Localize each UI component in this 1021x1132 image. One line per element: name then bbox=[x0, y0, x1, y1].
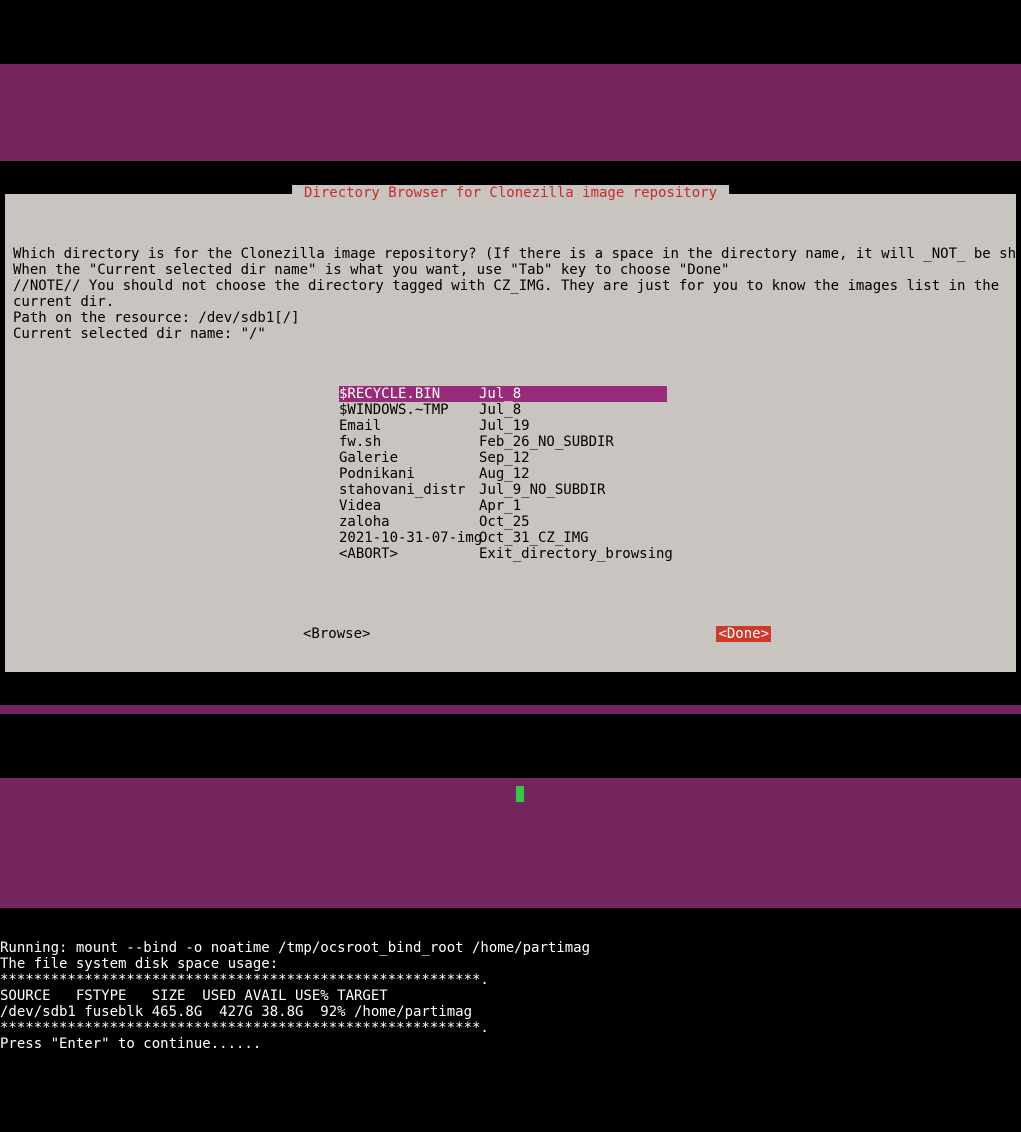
list-item-name: <ABORT> bbox=[339, 546, 479, 562]
directory-browser-dialog: Directory Browser for Clonezilla image r… bbox=[4, 193, 1017, 673]
list-item-info: Sep_12 bbox=[479, 450, 530, 466]
list-item-name: fw.sh bbox=[339, 434, 479, 450]
list-item-name: Galerie bbox=[339, 450, 479, 466]
directory-list[interactable]: $RECYCLE.BINJul_8$WINDOWS.~TMPJul_8Email… bbox=[339, 386, 1008, 562]
browse-button[interactable]: <Browse> bbox=[303, 626, 370, 642]
list-item-name: 2021-10-31-07-img bbox=[339, 530, 479, 546]
list-item-info: Oct_31_CZ_IMG bbox=[479, 530, 589, 546]
list-item-info: Jul_19 bbox=[479, 418, 530, 434]
list-item-name: zaloha bbox=[339, 514, 479, 530]
list-item[interactable]: zalohaOct_25 bbox=[339, 514, 1008, 530]
list-item[interactable]: 2021-10-31-07-imgOct_31_CZ_IMG bbox=[339, 530, 1008, 546]
list-item-info: Jul_8 bbox=[479, 402, 521, 418]
dialog-instructions: Which directory is for the Clonezilla im… bbox=[13, 246, 1008, 342]
list-item-info: Aug_12 bbox=[479, 466, 530, 482]
list-item-name: $WINDOWS.~TMP bbox=[339, 402, 479, 418]
list-item-name: Videa bbox=[339, 498, 479, 514]
black-strip bbox=[0, 730, 1021, 762]
top-background bbox=[0, 64, 1021, 161]
list-item[interactable]: VideaApr_1 bbox=[339, 498, 1008, 514]
list-item-name: $RECYCLE.BIN bbox=[339, 386, 479, 402]
list-item[interactable]: fw.shFeb_26_NO_SUBDIR bbox=[339, 434, 1008, 450]
list-item-info: Jul_8 bbox=[479, 386, 521, 402]
done-button[interactable]: <Done> bbox=[716, 626, 771, 642]
list-item-name: stahovani_distr bbox=[339, 482, 479, 498]
list-item[interactable]: $RECYCLE.BINJul_8 bbox=[339, 386, 667, 402]
mid-background bbox=[0, 778, 1021, 908]
list-item[interactable]: PodnikaniAug_12 bbox=[339, 466, 1008, 482]
list-item-info: Apr_1 bbox=[479, 498, 521, 514]
list-item-name: Email bbox=[339, 418, 479, 434]
list-item-info: Jul_9_NO_SUBDIR bbox=[479, 482, 605, 498]
list-item-info: Exit_directory_browsing bbox=[479, 546, 673, 562]
text-cursor-icon bbox=[516, 786, 524, 802]
dialog-buttons: <Browse> <Done> bbox=[303, 626, 1008, 642]
list-item[interactable]: stahovani_distrJul_9_NO_SUBDIR bbox=[339, 482, 1008, 498]
list-item[interactable]: <ABORT>Exit_directory_browsing bbox=[339, 546, 1008, 562]
list-item[interactable]: EmailJul_19 bbox=[339, 418, 1008, 434]
list-item-info: Oct_25 bbox=[479, 514, 530, 530]
dialog-title: Directory Browser for Clonezilla image r… bbox=[292, 185, 730, 201]
console-output: Running: mount --bind -o noatime /tmp/oc… bbox=[0, 940, 1021, 1052]
list-item[interactable]: GalerieSep_12 bbox=[339, 450, 1008, 466]
list-item-info: Feb_26_NO_SUBDIR bbox=[479, 434, 614, 450]
list-item[interactable]: $WINDOWS.~TMPJul_8 bbox=[339, 402, 1008, 418]
gap bbox=[0, 705, 1021, 714]
list-item-name: Podnikani bbox=[339, 466, 479, 482]
